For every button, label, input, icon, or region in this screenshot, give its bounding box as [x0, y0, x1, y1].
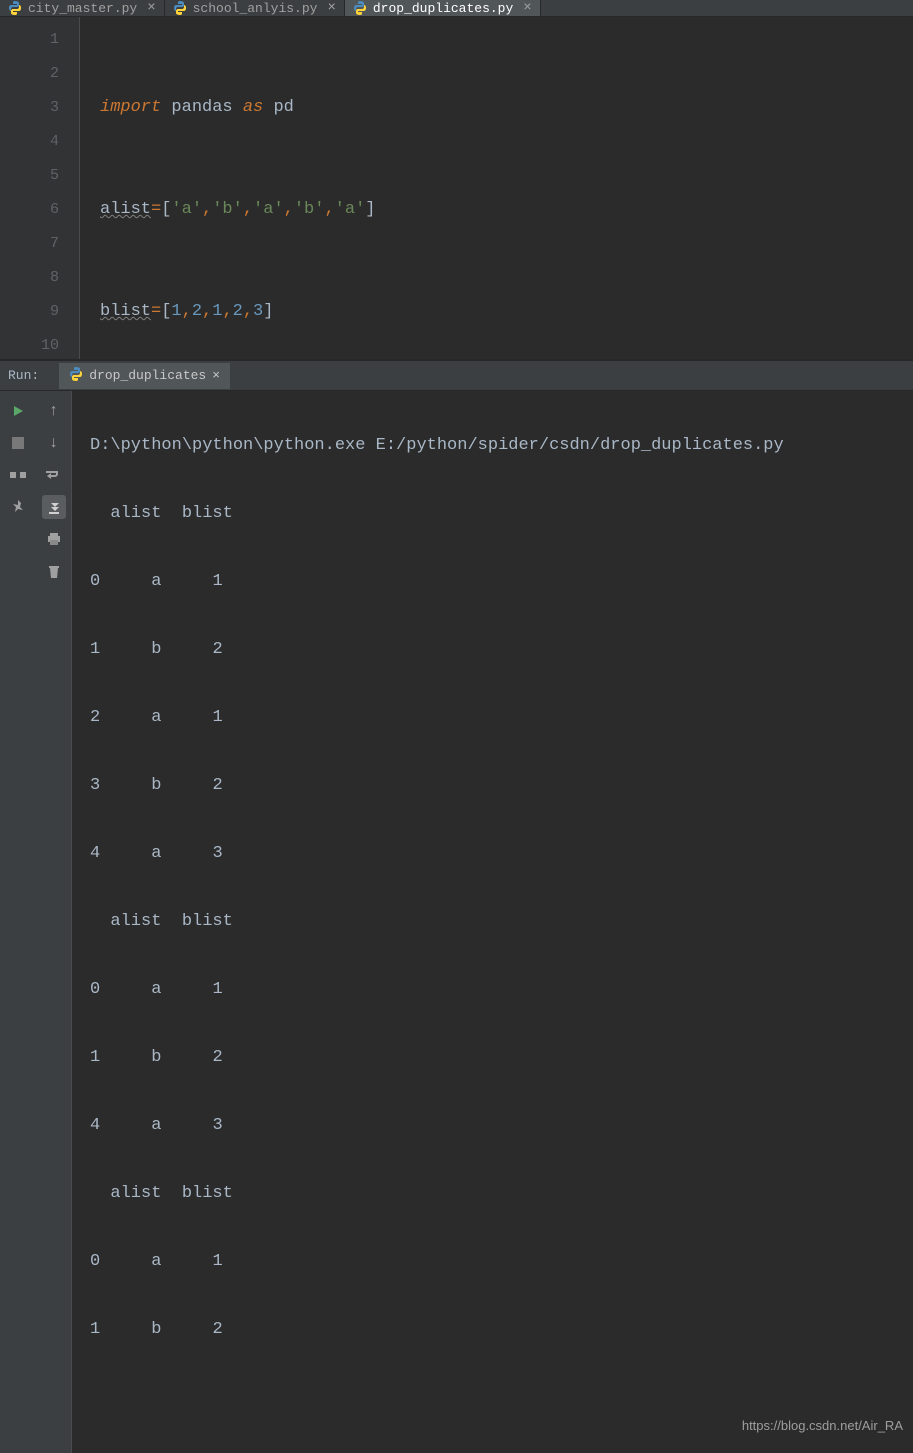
scroll-to-end-button[interactable]: [42, 495, 66, 519]
run-panel: Run: drop_duplicates × D:\python\python\…: [0, 361, 913, 1453]
tab-drop-duplicates[interactable]: drop_duplicates.py ×: [345, 0, 541, 16]
close-icon[interactable]: ×: [327, 0, 335, 16]
console-line: 1 b 2: [90, 633, 895, 667]
run-toolbar-console: [36, 391, 72, 1453]
scroll-down-button[interactable]: [42, 431, 66, 455]
console-line: 0 a 1: [90, 973, 895, 1007]
editor-area: 1 2 3 4 5 6 7 8 9 10 import pandas as pd…: [0, 17, 913, 360]
python-file-icon: [8, 1, 22, 15]
python-file-icon: [69, 367, 83, 385]
line-number: 4: [0, 125, 79, 159]
console-line: 4 a 3: [90, 1109, 895, 1143]
line-gutter: 1 2 3 4 5 6 7 8 9 10: [0, 17, 80, 359]
close-icon[interactable]: ×: [212, 368, 220, 383]
line-number: 10: [0, 329, 79, 363]
line-number: 9: [0, 295, 79, 329]
line-number: 5: [0, 159, 79, 193]
run-panel-header: Run: drop_duplicates ×: [0, 361, 913, 391]
rerun-button[interactable]: [6, 399, 30, 423]
trash-button[interactable]: [42, 559, 66, 583]
console-line: alist blist: [90, 905, 895, 939]
python-file-icon: [173, 1, 187, 15]
line-number: 3: [0, 91, 79, 125]
scroll-up-button[interactable]: [42, 399, 66, 423]
line-number: 8: [0, 261, 79, 295]
console-line: 1 b 2: [90, 1041, 895, 1075]
run-label: Run:: [8, 368, 39, 383]
run-toolbar-left: [0, 391, 36, 1453]
console-output[interactable]: D:\python\python\python.exe E:/python/sp…: [72, 391, 913, 1453]
console-line: 2 a 1: [90, 701, 895, 735]
watermark: https://blog.csdn.net/Air_RA: [742, 1409, 903, 1443]
console-line: D:\python\python\python.exe E:/python/sp…: [90, 429, 895, 463]
tab-label: school_anlyis.py: [193, 1, 318, 16]
console-line: 0 a 1: [90, 1245, 895, 1279]
console-line: 3 b 2: [90, 769, 895, 803]
tab-school-anlyis[interactable]: school_anlyis.py ×: [165, 0, 345, 16]
code-line: blist=[1,2,1,2,3]: [80, 295, 913, 329]
line-number: 2: [0, 57, 79, 91]
soft-wrap-button[interactable]: [42, 463, 66, 487]
stop-button[interactable]: [6, 431, 30, 455]
tab-label: drop_duplicates.py: [373, 1, 513, 16]
run-tab[interactable]: drop_duplicates ×: [59, 363, 230, 389]
close-icon[interactable]: ×: [523, 0, 531, 16]
layout-button[interactable]: [6, 463, 30, 487]
code-line: alist=['a','b','a','b','a']: [80, 193, 913, 227]
line-number: 1: [0, 23, 79, 57]
console-line: 0 a 1: [90, 565, 895, 599]
console-line: alist blist: [90, 1177, 895, 1211]
code-line: import pandas as pd: [80, 91, 913, 125]
pin-button[interactable]: [6, 495, 30, 519]
tab-label: city_master.py: [28, 1, 137, 16]
console-line: 4 a 3: [90, 837, 895, 871]
close-icon[interactable]: ×: [147, 0, 155, 16]
python-file-icon: [353, 1, 367, 15]
run-body: D:\python\python\python.exe E:/python/sp…: [0, 391, 913, 1453]
line-number: 7: [0, 227, 79, 261]
console-line: alist blist: [90, 497, 895, 531]
print-button[interactable]: [42, 527, 66, 551]
tabs-bar: city_master.py × school_anlyis.py × drop…: [0, 0, 913, 17]
console-line: 1 b 2: [90, 1313, 895, 1347]
line-number: 6: [0, 193, 79, 227]
tab-city-master[interactable]: city_master.py ×: [0, 0, 165, 16]
code-editor[interactable]: import pandas as pd alist=['a','b','a','…: [80, 17, 913, 359]
run-tab-label: drop_duplicates: [89, 368, 206, 383]
